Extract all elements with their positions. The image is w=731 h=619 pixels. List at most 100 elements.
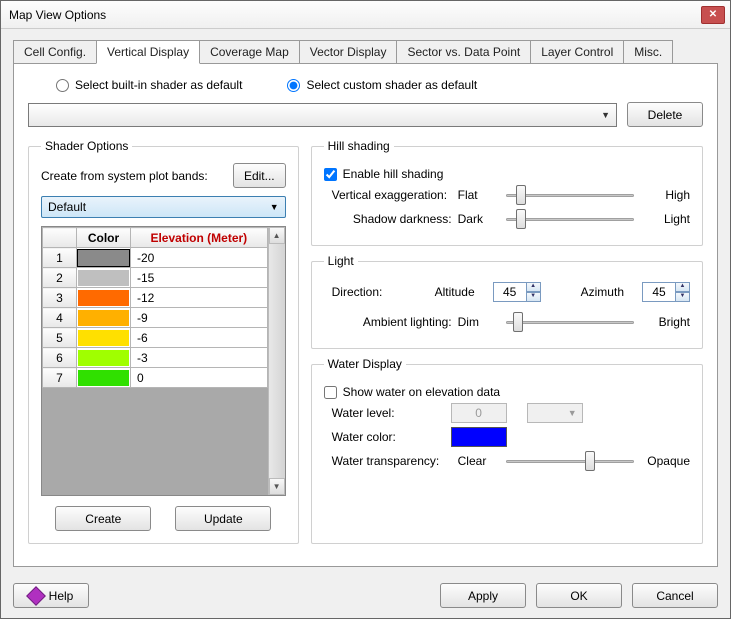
elevation-cell[interactable]: -6: [131, 328, 268, 348]
water-trans-slider[interactable]: [506, 451, 634, 471]
custom-shader-select[interactable]: ▼: [28, 103, 617, 127]
water-display-group: Water Display Show water on elevation da…: [311, 357, 703, 544]
spin-up-icon[interactable]: ▲: [675, 282, 690, 292]
color-cell[interactable]: [77, 248, 131, 268]
cancel-button[interactable]: Cancel: [632, 583, 718, 608]
show-water-label: Show water on elevation data: [343, 385, 500, 399]
color-cell[interactable]: [77, 308, 131, 328]
row-number[interactable]: 5: [43, 328, 77, 348]
delete-button[interactable]: Delete: [627, 102, 703, 127]
table-row[interactable]: 4 -9: [43, 308, 268, 328]
col-header-color[interactable]: Color: [77, 228, 131, 248]
chevron-down-icon: ▼: [601, 110, 610, 120]
radio-builtin-shader[interactable]: Select built-in shader as default: [56, 78, 242, 92]
spin-up-icon[interactable]: ▲: [526, 282, 541, 292]
help-label: Help: [49, 589, 74, 603]
table-row[interactable]: 1 -20: [43, 248, 268, 268]
row-number[interactable]: 3: [43, 288, 77, 308]
table-row[interactable]: 5 -6: [43, 328, 268, 348]
update-button[interactable]: Update: [175, 506, 271, 531]
table-row[interactable]: 3 -12: [43, 288, 268, 308]
ambient-right-cap: Bright: [646, 315, 690, 329]
enable-hill-checkbox[interactable]: [324, 168, 337, 181]
plot-bands-value: Default: [48, 200, 86, 214]
window-title: Map View Options: [9, 8, 106, 22]
row-number[interactable]: 2: [43, 268, 77, 288]
show-water-checkbox[interactable]: [324, 386, 337, 399]
radio-custom-input[interactable]: [287, 79, 300, 92]
radio-custom-shader[interactable]: Select custom shader as default: [287, 78, 477, 92]
edit-button[interactable]: Edit...: [233, 163, 286, 188]
table-row[interactable]: 70: [43, 368, 268, 388]
scroll-down-icon[interactable]: ▼: [269, 478, 285, 495]
row-number[interactable]: 4: [43, 308, 77, 328]
azimuth-label: Azimuth: [581, 285, 624, 299]
apply-button[interactable]: Apply: [440, 583, 526, 608]
water-level-units[interactable]: ▼: [527, 403, 583, 423]
altitude-input[interactable]: [493, 282, 527, 302]
spin-down-icon[interactable]: ▼: [526, 292, 541, 302]
water-level-input[interactable]: 0: [451, 403, 507, 423]
tab-panel: Select built-in shader as default Select…: [13, 63, 718, 567]
altitude-spinner[interactable]: ▲▼: [493, 282, 541, 302]
azimuth-spinner[interactable]: ▲▼: [642, 282, 690, 302]
spin-down-icon[interactable]: ▼: [675, 292, 690, 302]
tab-sector-vs-data-point[interactable]: Sector vs. Data Point: [396, 40, 531, 64]
col-header-elevation[interactable]: Elevation (Meter): [131, 228, 268, 248]
radio-builtin-input[interactable]: [56, 79, 69, 92]
azimuth-input[interactable]: [642, 282, 676, 302]
help-button[interactable]: Help: [13, 583, 89, 608]
light-legend: Light: [324, 254, 358, 268]
shadow-slider[interactable]: [506, 209, 634, 229]
scroll-up-icon[interactable]: ▲: [269, 227, 285, 244]
table-row[interactable]: 6 -3: [43, 348, 268, 368]
create-button[interactable]: Create: [55, 506, 151, 531]
row-number[interactable]: 7: [43, 368, 77, 388]
vexag-slider[interactable]: [506, 185, 634, 205]
tab-misc[interactable]: Misc.: [623, 40, 673, 64]
color-cell[interactable]: [77, 328, 131, 348]
close-button[interactable]: ✕: [701, 6, 725, 24]
water-color-swatch[interactable]: [451, 427, 507, 447]
create-from-label: Create from system plot bands:: [41, 169, 225, 183]
dialog-footer: Help Apply OK Cancel: [1, 575, 730, 618]
hill-shading-group: Hill shading Enable hill shading Vertica…: [311, 139, 703, 246]
vexag-left-cap: Flat: [458, 188, 494, 202]
elevation-cell[interactable]: -12: [131, 288, 268, 308]
tab-layer-control[interactable]: Layer Control: [530, 40, 624, 64]
elevation-cell[interactable]: 0: [131, 368, 268, 388]
water-legend: Water Display: [324, 357, 406, 371]
elevation-cell[interactable]: -3: [131, 348, 268, 368]
vexag-label: Vertical exaggeration:: [324, 188, 452, 202]
scrollbar-vertical[interactable]: ▲ ▼: [268, 227, 285, 495]
ok-button[interactable]: OK: [536, 583, 622, 608]
row-number[interactable]: 6: [43, 348, 77, 368]
table-empty-area: [42, 388, 268, 495]
row-number[interactable]: 1: [43, 248, 77, 268]
shader-options-group: Shader Options Create from system plot b…: [28, 139, 299, 544]
ambient-label: Ambient lighting:: [324, 315, 452, 329]
water-color-label: Water color:: [324, 430, 419, 444]
color-elevation-table[interactable]: Color Elevation (Meter) 1-202-153-124-95…: [42, 227, 268, 388]
show-water[interactable]: Show water on elevation data: [324, 385, 500, 399]
table-row[interactable]: 2 -15: [43, 268, 268, 288]
tab-coverage-map[interactable]: Coverage Map: [199, 40, 300, 64]
elevation-cell[interactable]: -15: [131, 268, 268, 288]
tab-vertical-display[interactable]: Vertical Display: [96, 40, 200, 64]
plot-bands-combo[interactable]: Default ▼: [41, 196, 286, 218]
ambient-slider[interactable]: [506, 312, 634, 332]
vexag-right-cap: High: [646, 188, 690, 202]
color-cell[interactable]: [77, 288, 131, 308]
color-table-wrap: Color Elevation (Meter) 1-202-153-124-95…: [41, 226, 286, 496]
elevation-cell[interactable]: -20: [131, 248, 268, 268]
tab-vector-display[interactable]: Vector Display: [299, 40, 398, 64]
color-cell[interactable]: [77, 268, 131, 288]
color-cell[interactable]: [77, 348, 131, 368]
ambient-left-cap: Dim: [458, 315, 494, 329]
tab-cell-config[interactable]: Cell Config.: [13, 40, 97, 64]
columns: Shader Options Create from system plot b…: [28, 139, 703, 552]
elevation-cell[interactable]: -9: [131, 308, 268, 328]
color-cell[interactable]: [77, 368, 131, 388]
enable-hill-shading[interactable]: Enable hill shading: [324, 167, 444, 181]
shader-default-radios: Select built-in shader as default Select…: [28, 76, 703, 102]
